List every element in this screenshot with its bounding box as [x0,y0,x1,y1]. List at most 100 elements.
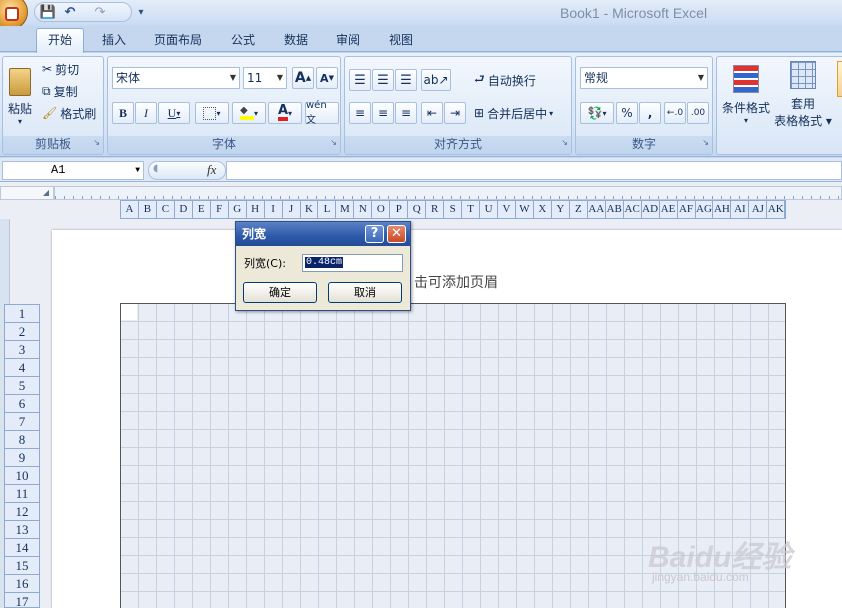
orientation-button[interactable]: ab↗ [421,69,451,91]
column-header[interactable]: AG [696,201,714,218]
column-header[interactable]: E [193,201,211,218]
ok-button[interactable]: 确定 [243,282,317,303]
row-header[interactable]: 3 [5,341,39,359]
help-icon[interactable]: ? [365,225,384,243]
font-color-button[interactable]: A ▾ [268,102,302,124]
insert-function-button[interactable]: fx [207,162,216,178]
row-header[interactable]: 1 [5,305,39,323]
column-header[interactable]: C [157,201,175,218]
row-header[interactable]: 2 [5,323,39,341]
column-header[interactable]: AI [731,201,750,218]
paste-button[interactable]: 粘贴 ▾ [5,59,35,135]
column-header[interactable]: B [139,201,157,218]
redo-icon[interactable]: ↷ [92,3,108,21]
row-header[interactable]: 16 [5,575,39,593]
dialog-launcher-icon[interactable]: ↘ [93,134,100,151]
save-icon[interactable]: 💾 [40,3,56,21]
tab-formulas[interactable]: 公式 [222,30,264,52]
tab-home[interactable]: 开始 [36,28,84,53]
phonetic-button[interactable]: wén 文 [305,100,339,126]
grow-font-button[interactable]: A ▲ [292,67,314,89]
column-header[interactable]: H [247,201,265,218]
format-as-table-button[interactable]: 套用 表格格式 ▾ [773,59,833,131]
italic-button[interactable]: I [135,102,157,124]
column-header[interactable]: Z [570,201,588,218]
column-header[interactable]: A [121,201,139,218]
font-size-combo[interactable]: 11 ▼ [243,67,287,89]
copy-button[interactable]: ⧉ 复制 [41,81,101,101]
wrap-text-button[interactable]: ⮐ 自动换行 [473,69,569,91]
row-header[interactable]: 4 [5,359,39,377]
increase-decimal-button[interactable]: ←.0 [664,102,686,124]
tab-data[interactable]: 数据 [276,30,316,52]
align-center-button[interactable]: ≡ [372,102,394,124]
fill-color-button[interactable]: ◆ ▾ [232,102,266,124]
column-header[interactable]: Y [552,201,570,218]
column-header[interactable]: AK [767,201,786,218]
column-header[interactable]: O [372,201,391,218]
column-header[interactable]: W [516,201,534,218]
row-header[interactable]: 14 [5,539,39,557]
column-header[interactable]: J [283,201,301,218]
shrink-font-button[interactable]: A ▼ [316,67,338,89]
page-header-hint[interactable]: 击可添加页眉 [414,272,498,292]
row-header[interactable]: 17 [5,593,39,608]
column-header[interactable]: V [498,201,516,218]
column-header[interactable]: I [265,201,283,218]
column-header[interactable]: M [336,201,355,218]
row-header[interactable]: 5 [5,377,39,395]
column-header[interactable]: AF [678,201,696,218]
row-header[interactable]: 10 [5,467,39,485]
cut-button[interactable]: ✂ 剪切 [41,59,101,79]
column-header[interactable]: AB [606,201,624,218]
align-bottom-button[interactable]: ☰ [395,69,417,91]
column-width-input[interactable]: 0.48cm [302,254,403,272]
tab-page-layout[interactable]: 页面布局 [146,30,210,52]
decrease-indent-button[interactable]: ⇤ [421,102,443,124]
format-painter-button[interactable]: 🖌 格式刷 [41,103,103,123]
borders-button[interactable]: ▾ [195,102,229,124]
column-header[interactable]: U [480,201,499,218]
dialog-launcher-icon[interactable]: ↘ [330,134,337,151]
column-header[interactable]: AH [713,201,732,218]
number-format-combo[interactable]: 常规 ▼ [580,67,708,89]
cancel-button[interactable]: 取消 [328,282,402,303]
tab-review[interactable]: 审阅 [328,30,368,52]
dialog-launcher-icon[interactable]: ↘ [561,134,568,151]
font-name-combo[interactable]: 宋体 ▼ [112,67,240,89]
formula-input[interactable] [226,161,842,180]
tab-insert[interactable]: 插入 [94,30,134,52]
comma-button[interactable]: , [639,102,661,124]
cell-styles-button[interactable] [837,61,842,97]
row-header[interactable]: 12 [5,503,39,521]
column-header[interactable]: AE [660,201,678,218]
align-right-button[interactable]: ≡ [395,102,417,124]
column-header[interactable]: T [462,201,481,218]
row-header[interactable]: 11 [5,485,39,503]
column-header[interactable]: AJ [749,201,768,218]
column-header[interactable]: L [318,201,337,218]
row-header[interactable]: 8 [5,431,39,449]
underline-button[interactable]: U ▾ [158,102,190,124]
column-header[interactable]: AA [588,201,606,218]
column-header[interactable]: S [444,201,463,218]
close-icon[interactable]: ✕ [387,225,406,243]
expand-icon[interactable]: ◖ [153,163,158,174]
align-left-button[interactable]: ≡ [349,102,371,124]
column-header[interactable]: P [390,201,409,218]
dialog-launcher-icon[interactable]: ↘ [702,134,709,151]
conditional-formatting-button[interactable]: 条件格式 ▾ [719,59,773,131]
column-header[interactable]: F [211,201,229,218]
column-header[interactable]: D [175,201,193,218]
horizontal-ruler[interactable] [54,186,842,200]
column-header[interactable]: R [426,201,445,218]
column-header[interactable]: Q [408,201,427,218]
column-header[interactable]: G [229,201,247,218]
customize-qat-icon[interactable]: ▾ [136,3,146,21]
row-header[interactable]: 15 [5,557,39,575]
row-header[interactable]: 13 [5,521,39,539]
active-cell[interactable] [121,304,137,320]
accounting-format-button[interactable]: 💱 ▾ [580,102,614,124]
align-top-button[interactable]: ☰ [349,69,371,91]
row-header[interactable]: 6 [5,395,39,413]
